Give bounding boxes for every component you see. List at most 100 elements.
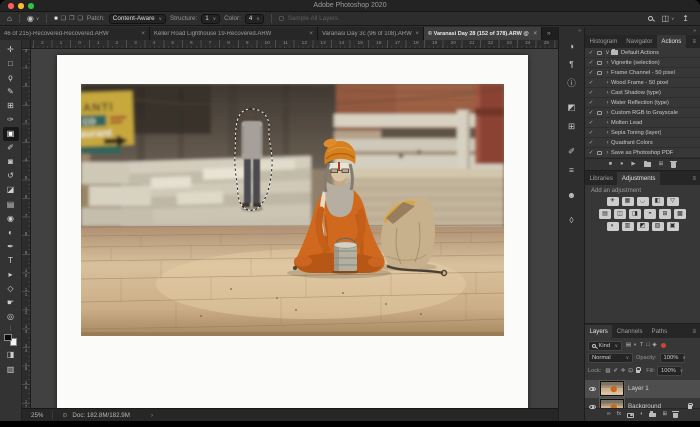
share-icon[interactable]: ↥ (682, 14, 689, 23)
tab-overflow-icon[interactable]: » (542, 27, 556, 40)
action-check-icon[interactable]: ✓ (587, 110, 595, 116)
action-check-icon[interactable]: ✓ (587, 120, 595, 126)
blur-tool[interactable]: ◉ (3, 211, 19, 225)
eyedropper-tool[interactable]: ✑ (3, 112, 19, 126)
document-tab[interactable]: Varanasi Day 3c (96 of 108).ARW × (318, 27, 424, 40)
panel-tab[interactable]: Paths (647, 325, 672, 338)
3d-panel-icon[interactable]: ◊ (562, 212, 582, 228)
action-row[interactable]: ✓ › Save as Photoshop PDF (585, 148, 700, 158)
eraser-tool[interactable]: ◪ (3, 183, 19, 197)
document-tab[interactable]: © Varanasi Day 28 (152 of 378).ARW @ 25%… (424, 27, 542, 40)
character-panel-icon[interactable]: ¶ (562, 56, 582, 72)
ruler-origin[interactable] (22, 40, 31, 49)
color-lookup-icon[interactable]: ▩ (674, 209, 686, 219)
screen-mode-icon[interactable]: ▥ (3, 362, 19, 376)
panel-tab[interactable]: Channels (612, 325, 647, 338)
libraries-panel-icon[interactable]: ☻ (562, 187, 582, 203)
photo-image[interactable]: ANTI CO aurant (81, 84, 504, 336)
photo-filter-icon[interactable]: ◓ (644, 209, 656, 219)
channel-mixer-icon[interactable]: ⊞ (659, 209, 671, 219)
panel-tab[interactable]: Libraries (585, 172, 617, 185)
action-dialog-toggle[interactable] (597, 50, 602, 55)
subtract-from-selection-icon[interactable]: ❐ (69, 15, 74, 22)
opacity-dropdown[interactable]: 100% ∨ (659, 353, 686, 364)
patch-tool[interactable]: ▣ (2, 126, 19, 141)
brush-settings-panel-icon[interactable]: ✐ (562, 143, 582, 159)
panel-tab[interactable]: Layers (585, 325, 613, 339)
lasso-tool[interactable]: ϙ (3, 70, 19, 84)
collapse-panels-icon[interactable]: » (585, 27, 700, 35)
sample-all-layers-checkbox[interactable] (278, 16, 284, 21)
new-action-icon[interactable]: ⊞ (659, 161, 664, 168)
new-selection-icon[interactable]: ■ (54, 16, 58, 22)
lock-artboard-icon[interactable]: ⊡ (628, 368, 633, 375)
threshold-icon[interactable]: ◩ (636, 221, 649, 231)
action-expander-icon[interactable]: › (604, 110, 611, 116)
path-selection-tool[interactable]: ▸ (3, 268, 19, 282)
panel-tab[interactable]: Histogram (585, 35, 622, 48)
action-dialog-toggle[interactable] (597, 110, 602, 115)
new-adjustment-layer-icon[interactable]: ◐ (640, 412, 643, 418)
layer-effects-icon[interactable]: fx (617, 412, 621, 418)
color-swatches[interactable] (4, 333, 17, 346)
document-tab[interactable]: Keller Road Lighthouse 19-Recovered.ARW … (150, 27, 318, 40)
new-layer-icon[interactable]: ⊞ (662, 412, 667, 418)
document-tab[interactable]: 46 of 215)-Recovered-Recovered.ARW × (0, 27, 150, 40)
action-row[interactable]: ✓ › Quadrant Colors (585, 138, 700, 148)
color-balance-icon[interactable]: ◫ (614, 209, 626, 219)
action-expander-icon[interactable]: › (604, 150, 611, 156)
record-icon[interactable]: ● (620, 161, 623, 168)
dodge-tool[interactable]: ◐ (3, 225, 19, 239)
close-tab-icon[interactable]: × (530, 30, 537, 37)
action-expander-icon[interactable]: › (604, 60, 611, 66)
layer-filter-kind-dropdown[interactable]: Kind ∨ (588, 340, 622, 351)
action-row[interactable]: ✓ › Custom RGB to Grayscale (585, 108, 700, 118)
action-check-icon[interactable]: ✓ (587, 90, 595, 96)
action-check-icon[interactable]: ✓ (587, 140, 595, 146)
visibility-eye-icon[interactable] (589, 386, 596, 392)
workspace-switcher[interactable]: ◫ ∨ (661, 14, 674, 23)
pen-tool[interactable]: ✒ (3, 239, 19, 253)
lock-position-icon[interactable]: ✛ (621, 368, 626, 375)
action-expander-icon[interactable]: › (604, 120, 611, 126)
canvas-area[interactable]: ANTI CO aurant (31, 49, 558, 408)
close-tab-icon[interactable]: × (138, 30, 145, 37)
filter-adjustment-layers-icon[interactable]: ◐ (634, 342, 637, 349)
vertical-ruler[interactable]: 2101234567891 01 11 21 31 41 51 61 7 (22, 49, 31, 408)
delete-layer-icon[interactable] (672, 411, 680, 419)
action-dialog-toggle[interactable] (597, 70, 602, 75)
zoom-tool[interactable]: ◎ (3, 310, 19, 324)
Layer 1[interactable]: Layer 1 (585, 379, 700, 398)
foreground-color-swatch[interactable] (4, 333, 12, 342)
hue-saturation-icon[interactable]: ▤ (599, 209, 611, 219)
color-dropdown[interactable]: 4 ∨ (244, 13, 264, 24)
levels-icon[interactable]: ▦ (621, 196, 634, 206)
action-check-icon[interactable]: ✓ (587, 80, 595, 86)
action-expander-icon[interactable]: › (604, 140, 611, 146)
action-row[interactable]: ✓ ∨ Default Actions (585, 48, 700, 58)
zoom-level-field[interactable]: 25% (31, 412, 43, 419)
color-panel-icon[interactable]: ◩ (562, 100, 582, 116)
vibrance-icon[interactable]: ▽ (666, 196, 679, 206)
expand-panels-icon[interactable]: « (578, 27, 584, 35)
gradient-map-icon[interactable]: ▧ (651, 221, 664, 231)
home-icon[interactable]: ⌂ (7, 14, 12, 23)
delete-action-icon[interactable] (670, 160, 678, 168)
action-expander-icon[interactable]: › (604, 130, 611, 136)
patch-mode-dropdown[interactable]: Content-Aware ∨ (108, 13, 166, 24)
folder-icon[interactable] (643, 160, 651, 167)
action-check-icon[interactable]: ✓ (587, 70, 595, 76)
lock-pixels-icon[interactable]: ✐ (613, 368, 618, 375)
panel-tab[interactable]: Adjustments (617, 172, 660, 185)
shape-tool[interactable]: ◇ (3, 282, 19, 296)
close-tab-icon[interactable]: × (306, 30, 313, 37)
action-row[interactable]: ✓ › Wood Frame - 50 pixel (585, 78, 700, 88)
crop-tool[interactable]: ⊞ (3, 98, 19, 112)
action-expander-icon[interactable]: › (604, 90, 611, 96)
action-check-icon[interactable]: ✓ (587, 150, 595, 156)
action-row[interactable]: ✓ › Molten Lead (585, 118, 700, 128)
action-row[interactable]: ✓ › Cast Shadow (type) (585, 88, 700, 98)
play-icon[interactable]: ▶ (631, 161, 635, 168)
layer-thumbnail[interactable] (599, 380, 625, 398)
tool-presets-panel-icon[interactable]: ≡ (562, 162, 582, 178)
